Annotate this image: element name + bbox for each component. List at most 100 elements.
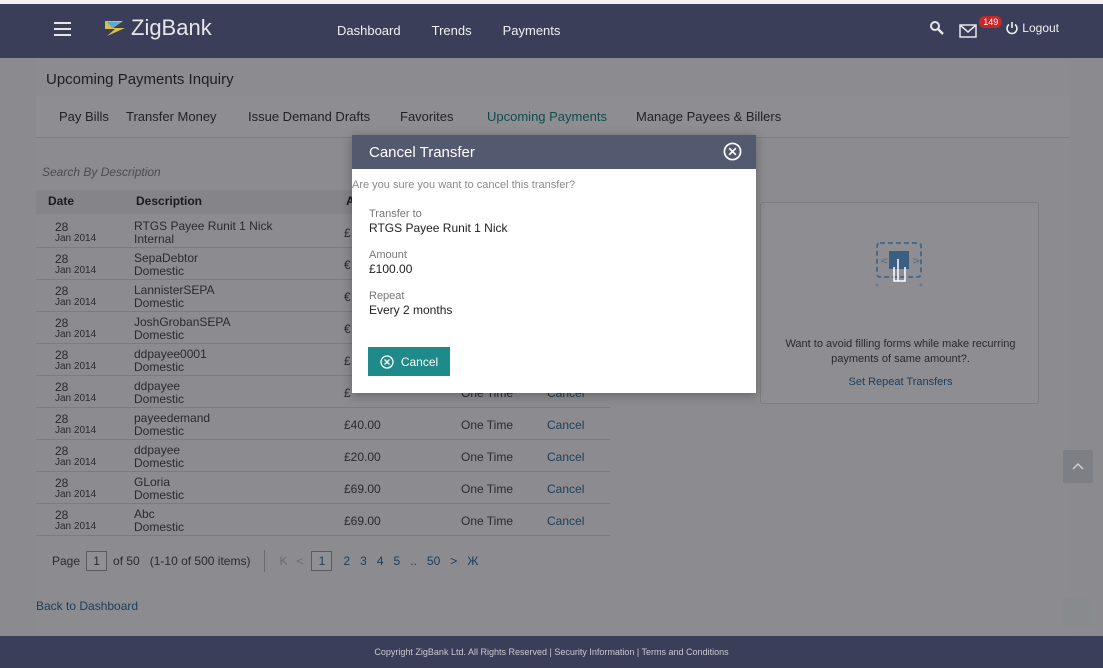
- first-page-icon[interactable]: K: [279, 554, 287, 568]
- mail-icon: [959, 24, 978, 38]
- power-icon: [1006, 22, 1019, 35]
- zigbank-logo-icon: [105, 21, 125, 36]
- row-amount: £69.00: [344, 514, 381, 528]
- page-ellipsis: ..: [410, 554, 417, 568]
- row-amount: €: [344, 322, 351, 336]
- row-payee-type: Domestic: [134, 296, 185, 310]
- row-payee: ddpayee: [134, 379, 181, 393]
- tab-upcoming-payments[interactable]: Upcoming Payments: [487, 109, 607, 124]
- amount-label: Amount: [369, 249, 407, 261]
- row-cancel-link[interactable]: Cancel: [547, 514, 584, 528]
- row-payee-type: Domestic: [134, 360, 185, 374]
- search-icon[interactable]: [929, 20, 945, 36]
- last-page-icon[interactable]: Ж: [467, 554, 478, 568]
- page-link-4[interactable]: 4: [377, 554, 384, 568]
- hamburger-menu-icon[interactable]: [54, 22, 71, 36]
- repeat-transfers-card: < > Want to avoid filling forms while ma…: [760, 202, 1039, 404]
- page-link-5[interactable]: 5: [394, 554, 401, 568]
- row-payee: JoshGrobanSEPA: [134, 315, 231, 329]
- table-row: 28 Jan 2014 Abc Domestic £69.00 One Time…: [36, 505, 610, 536]
- row-payee: payeedemand: [134, 411, 211, 425]
- row-payee: GLoria: [134, 475, 171, 489]
- page-of-text: of 50: [113, 554, 140, 568]
- row-date-month: Jan 2014: [55, 265, 97, 276]
- tab-transfer-money[interactable]: Transfer Money: [126, 109, 217, 124]
- nav-trends[interactable]: Trends: [432, 23, 472, 38]
- row-date-day: 28: [55, 220, 69, 234]
- row-payee-type: Domestic: [134, 488, 185, 502]
- repeat-label: Repeat: [369, 290, 405, 302]
- row-amount: €: [344, 258, 351, 272]
- page-number-input[interactable]: 1: [86, 551, 108, 571]
- column-description: Description: [136, 194, 203, 208]
- row-date-month: Jan 2014: [55, 297, 97, 308]
- svg-text:<: <: [880, 256, 888, 267]
- scroll-top-button[interactable]: [1063, 450, 1093, 483]
- main-nav: Dashboard Trends Payments: [337, 23, 560, 38]
- repeat-value: Every 2 months: [369, 303, 453, 317]
- search-input[interactable]: Search By Description: [42, 165, 161, 179]
- row-date-day: 28: [55, 380, 69, 394]
- payments-subnav: Pay Bills Transfer Money Issue Demand Dr…: [36, 96, 1070, 138]
- page-link-2[interactable]: 2: [343, 554, 350, 568]
- row-date-month: Jan 2014: [55, 521, 97, 532]
- cancel-transfer-modal: Cancel Transfer Are you sure you want to…: [352, 135, 756, 393]
- nav-payments[interactable]: Payments: [503, 23, 561, 38]
- row-cancel-link[interactable]: Cancel: [547, 450, 584, 464]
- row-payee: SepaDebtor: [134, 251, 199, 265]
- row-payee-type: Domestic: [134, 264, 185, 278]
- row-amount: £: [344, 354, 351, 368]
- nav-dashboard[interactable]: Dashboard: [337, 23, 401, 38]
- chevron-up-icon: [1072, 462, 1084, 470]
- brand-logo[interactable]: ZigBank: [103, 15, 212, 41]
- tab-pay-bills[interactable]: Pay Bills: [59, 109, 109, 124]
- modal-title: Cancel Transfer: [369, 144, 475, 161]
- brand-name: ZigBank: [131, 15, 212, 40]
- row-frequency: One Time: [461, 418, 514, 432]
- mail-count-badge: 149: [979, 16, 1003, 28]
- page-link-1[interactable]: 1: [311, 551, 333, 571]
- row-date-day: 28: [55, 508, 69, 522]
- row-date-day: 28: [55, 444, 69, 458]
- row-amount: £69.00: [344, 482, 381, 496]
- row-cancel-link[interactable]: Cancel: [547, 418, 584, 432]
- modal-question: Are you sure you want to cancel this tra…: [352, 179, 576, 191]
- page-link-3[interactable]: 3: [360, 554, 367, 568]
- row-cancel-link[interactable]: Cancel: [547, 482, 584, 496]
- set-repeat-transfers-link[interactable]: Set Repeat Transfers: [761, 376, 1040, 388]
- row-date-day: 28: [55, 284, 69, 298]
- row-payee: LannisterSEPA: [134, 283, 215, 297]
- items-count: (1-10 of 500 items): [149, 554, 251, 568]
- tab-manage-payees-billers[interactable]: Manage Payees & Billers: [636, 109, 781, 124]
- close-icon[interactable]: [723, 142, 742, 161]
- row-amount: £20.00: [344, 450, 381, 464]
- row-date-month: Jan 2014: [55, 457, 97, 468]
- tab-issue-demand-drafts[interactable]: Issue Demand Drafts: [248, 109, 370, 124]
- tab-favorites[interactable]: Favorites: [400, 109, 453, 124]
- header-actions: 149 Logout: [929, 16, 1059, 38]
- row-payee: ddpayee0001: [134, 347, 207, 361]
- row-payee-type: Domestic: [134, 424, 185, 438]
- back-to-dashboard-link[interactable]: Back to Dashboard: [36, 599, 138, 613]
- mailbox[interactable]: 149: [959, 16, 1003, 38]
- row-payee-type: Internal: [134, 232, 175, 246]
- row-date-month: Jan 2014: [55, 361, 97, 372]
- row-date-day: 28: [55, 412, 69, 426]
- row-amount: £: [344, 226, 351, 240]
- row-amount: £40.00: [344, 418, 381, 432]
- row-payee: RTGS Payee Runit 1 Nick: [134, 219, 273, 233]
- row-date-month: Jan 2014: [55, 425, 97, 436]
- logout-label: Logout: [1022, 21, 1059, 35]
- transfer-to-label: Transfer to: [369, 208, 422, 220]
- page-link-50[interactable]: 50: [427, 554, 440, 568]
- repeat-transfer-illustration-icon: < >: [875, 242, 923, 287]
- table-row: 28 Jan 2014 ddpayee Domestic £20.00 One …: [36, 441, 610, 472]
- logout-button[interactable]: Logout: [1005, 21, 1059, 35]
- prev-page-icon[interactable]: <: [296, 554, 303, 568]
- next-page-icon[interactable]: >: [450, 554, 457, 568]
- cancel-button-label: Cancel: [400, 354, 439, 369]
- cancel-transfer-button[interactable]: Cancel: [368, 347, 450, 376]
- scroll-top-button-secondary[interactable]: [1063, 598, 1093, 628]
- row-frequency: One Time: [461, 514, 514, 528]
- row-payee: ddpayee: [134, 443, 181, 457]
